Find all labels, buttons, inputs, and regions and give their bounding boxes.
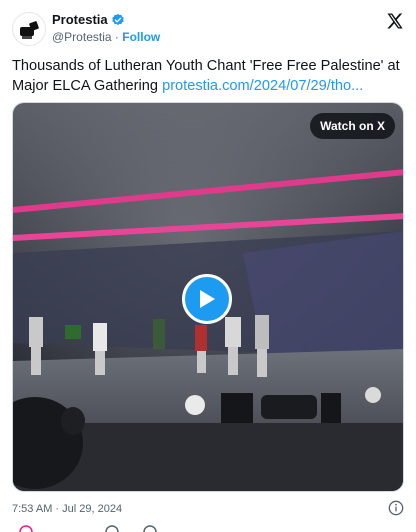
tweet-header: Protestia @Protestia · Follow xyxy=(12,10,404,46)
watch-on-x-button[interactable]: Watch on X xyxy=(310,113,395,139)
video-player[interactable]: Watch on X xyxy=(12,102,404,492)
like-icon[interactable] xyxy=(19,525,33,532)
play-button[interactable] xyxy=(182,274,232,324)
article-link[interactable]: protestia.com/2024/07/29/tho... xyxy=(162,78,363,94)
tweet-text: Thousands of Lutheran Youth Chant 'Free … xyxy=(12,56,404,96)
follow-button[interactable]: Follow xyxy=(122,30,160,44)
share-icon[interactable] xyxy=(143,525,157,532)
separator-dot: · xyxy=(114,30,119,44)
verified-badge-icon xyxy=(111,13,124,26)
play-icon xyxy=(200,290,215,308)
tweet-timestamp[interactable]: 7:53 AM · Jul 29, 2024 xyxy=(12,502,122,516)
account-names: Protestia @Protestia · Follow xyxy=(52,12,160,45)
protestia-logo-icon xyxy=(20,21,39,39)
reply-icon[interactable] xyxy=(105,525,119,532)
info-icon[interactable] xyxy=(388,500,404,516)
action-bar xyxy=(19,525,157,532)
avatar[interactable] xyxy=(12,12,46,46)
handle[interactable]: @Protestia xyxy=(52,30,112,44)
display-name[interactable]: Protestia xyxy=(52,12,108,28)
x-logo-icon[interactable] xyxy=(386,12,404,30)
